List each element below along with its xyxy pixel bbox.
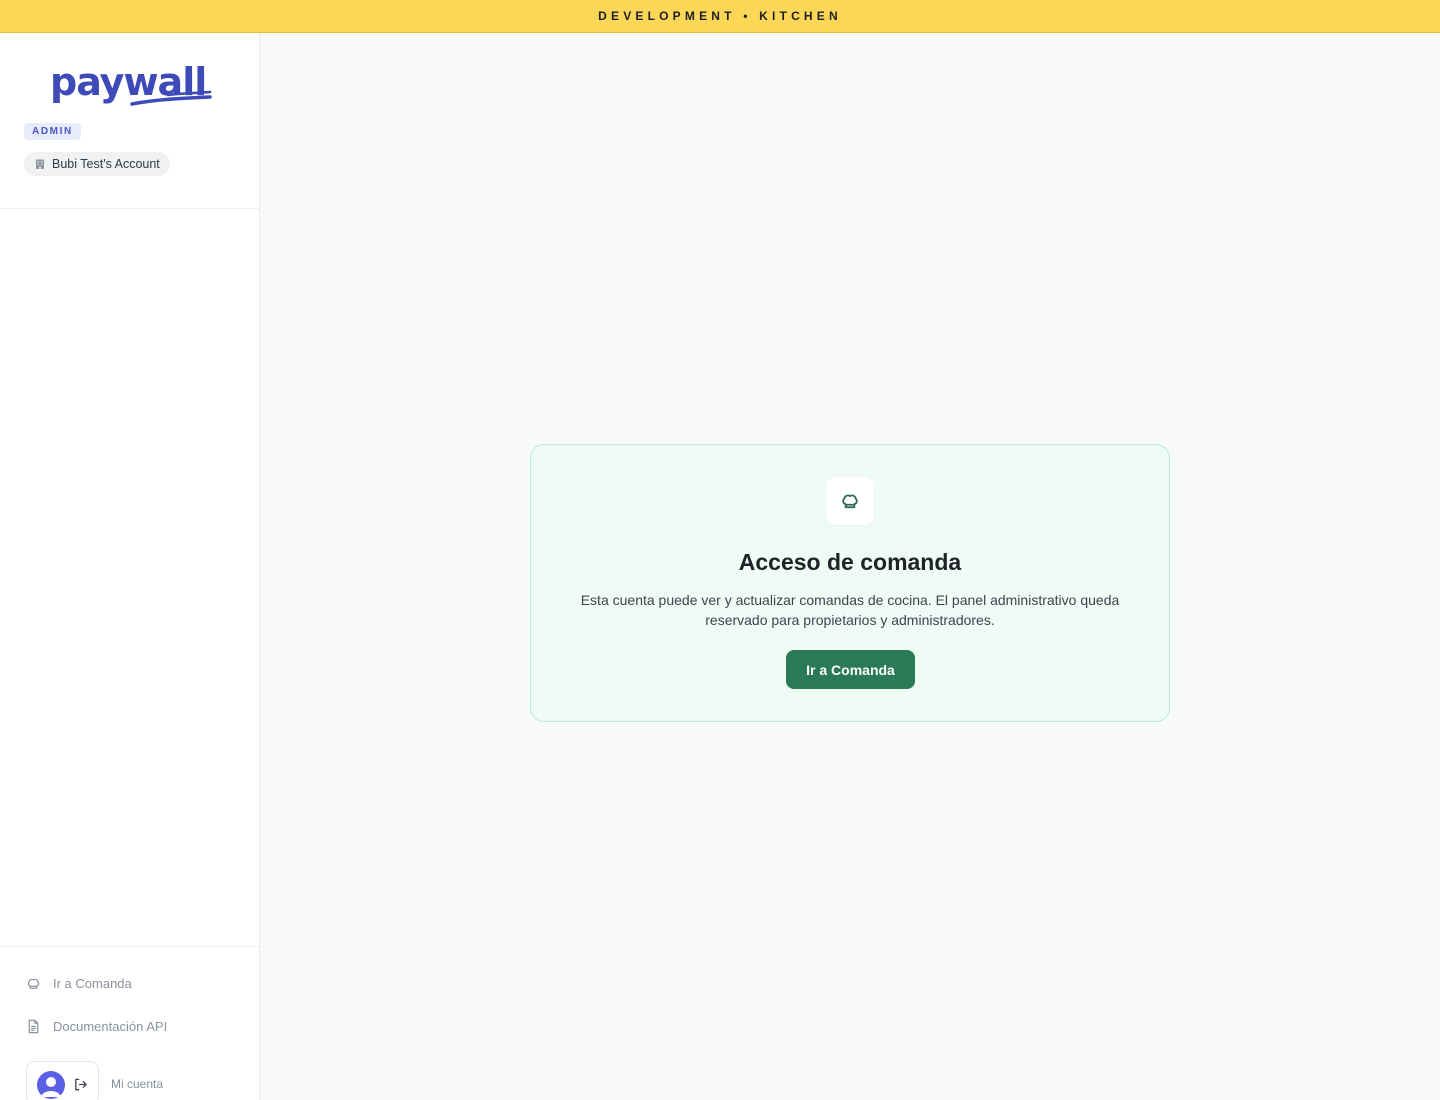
role-badge: ADMIN	[24, 123, 81, 140]
paywall-logo[interactable]: paywall	[48, 61, 212, 113]
sidebar-header: paywall ADMIN Bubi Test's Account	[0, 33, 259, 209]
user-menu[interactable]	[26, 1061, 99, 1100]
sidebar-footer: Ir a Comanda Documentación API Mi cuenta	[0, 946, 259, 1100]
nav-link-comanda-label: Ir a Comanda	[53, 976, 132, 991]
go-to-comanda-button[interactable]: Ir a Comanda	[786, 650, 915, 689]
nav-link-comanda[interactable]: Ir a Comanda	[26, 976, 132, 991]
account-name: Bubi Test's Account	[52, 157, 160, 171]
logout-icon[interactable]	[73, 1077, 88, 1092]
chef-hat-icon	[842, 494, 858, 509]
card-description: Esta cuenta puede ver y actualizar coman…	[580, 592, 1120, 628]
user-avatar[interactable]	[37, 1071, 65, 1099]
chef-hat-icon	[27, 978, 40, 989]
my-account-label[interactable]: Mi cuenta	[111, 1077, 163, 1091]
sidebar: paywall ADMIN Bubi Test's Account Ir a C…	[0, 33, 260, 1100]
building-icon	[36, 159, 44, 169]
nav-link-api-docs[interactable]: Documentación API	[26, 1019, 167, 1034]
environment-banner: DEVELOPMENT • KITCHEN	[0, 0, 1440, 33]
comanda-access-card: Acceso de comanda Esta cuenta puede ver …	[530, 444, 1170, 722]
environment-banner-text: DEVELOPMENT • KITCHEN	[598, 9, 842, 23]
card-icon-container	[826, 477, 874, 525]
card-title: Acceso de comanda	[738, 549, 962, 575]
account-selector[interactable]: Bubi Test's Account	[24, 152, 170, 176]
document-icon	[28, 1019, 39, 1034]
nav-link-api-docs-label: Documentación API	[53, 1019, 168, 1034]
